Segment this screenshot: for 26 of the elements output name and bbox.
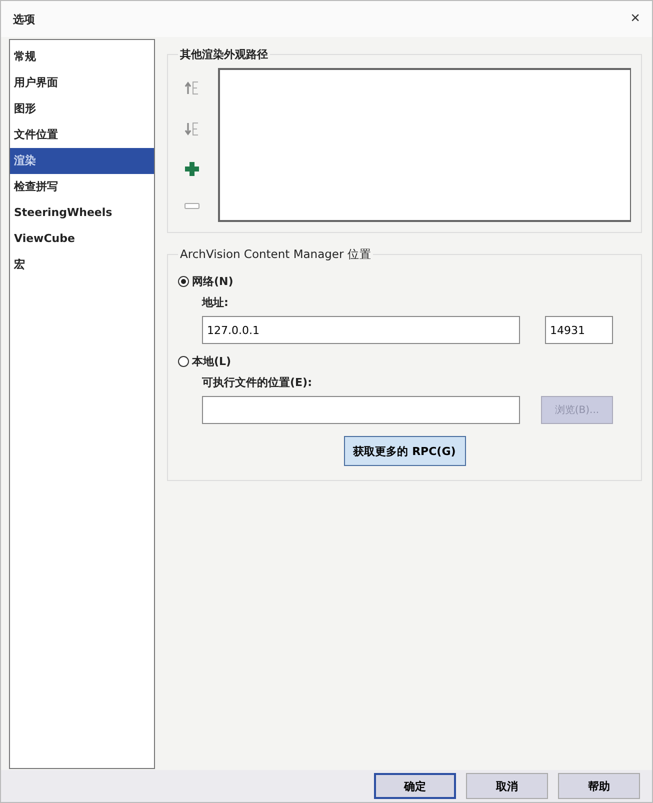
dialog-button[interactable]: 帮助 [558, 773, 640, 799]
radio-option[interactable]: 本地(L) [178, 348, 232, 375]
field-label: 地址: [202, 295, 230, 310]
sidebar-item[interactable]: ViewCube [10, 226, 154, 252]
sidebar-item[interactable]: 文件位置 [10, 122, 154, 148]
get-rpc-button[interactable]: 获取更多的 RPC(G) [344, 436, 466, 466]
sidebar-item[interactable]: 常规 [10, 44, 154, 70]
sidebar-item[interactable]: SteeringWheels [10, 200, 154, 226]
sidebar-item[interactable]: 宏 [10, 252, 154, 278]
sidebar-item[interactable]: 渲染 [10, 148, 154, 174]
window-title: 选项 [13, 12, 35, 26]
sidebar-item[interactable]: 图形 [10, 96, 154, 122]
field-label: 可执行文件的位置(E): [202, 375, 313, 390]
radio-option[interactable]: 网络(N) [178, 268, 234, 295]
sidebar-item[interactable]: 用户界面 [10, 70, 154, 96]
group-title: ArchVision Content Manager 位置 [179, 247, 372, 262]
dialog-button[interactable]: 确定 [374, 773, 456, 799]
path-list[interactable] [218, 68, 631, 222]
close-button[interactable]: × [626, 10, 644, 28]
group-title: 其他渲染外观路径 [179, 47, 269, 62]
sidebar-item[interactable]: 检查拼写 [10, 174, 154, 200]
address-field[interactable]: 127.0.0.1 [202, 316, 520, 344]
dialog-button[interactable]: 取消 [466, 773, 548, 799]
add-icon[interactable] [184, 161, 200, 178]
path-field[interactable] [202, 396, 520, 424]
port-field[interactable]: 14931 [545, 316, 613, 344]
